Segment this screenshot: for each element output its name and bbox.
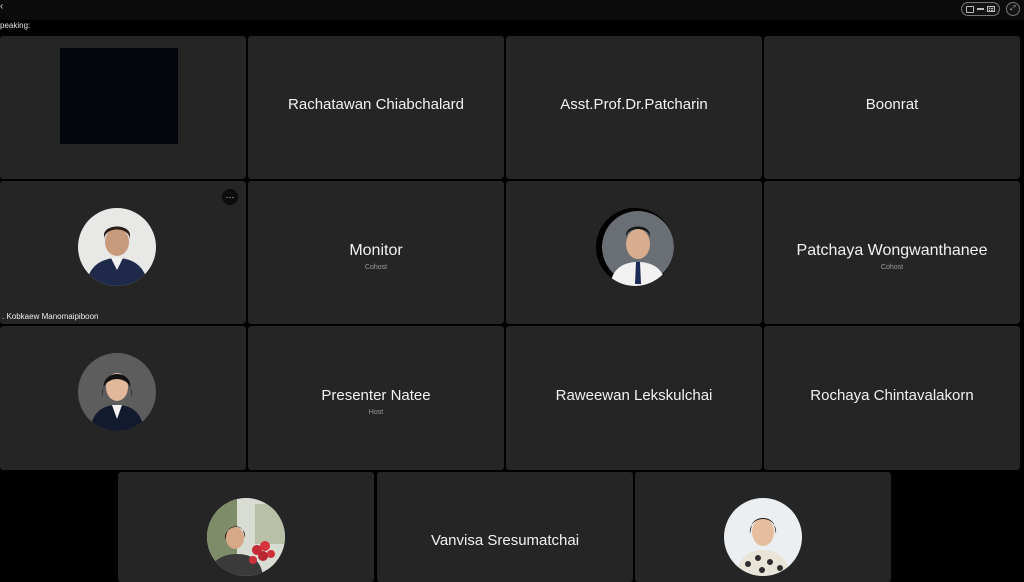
avatar: [78, 208, 156, 286]
view-controls: [961, 2, 1000, 16]
participant-tile-patcharin[interactable]: Asst.Prof.Dr.Patcharin: [506, 36, 762, 179]
participant-role: Cohost: [880, 264, 904, 271]
participant-name: Rachatawan Chiabchalard: [288, 96, 464, 113]
participant-tile-boonrat[interactable]: Boonrat: [764, 36, 1020, 179]
participant-tile-patchaya[interactable]: Patchaya Wongwanthanee Cohost: [764, 181, 1020, 324]
speaking-indicator: peaking:: [0, 21, 31, 30]
window-controls: ⤢: [961, 2, 1020, 16]
participant-name: Rochaya Chintavalakorn: [810, 387, 974, 404]
participant-tile-video[interactable]: [0, 36, 246, 179]
participant-tile-vanvisa[interactable]: Vanvisa Sresumatchai: [377, 472, 633, 582]
avatar-photo: [78, 208, 156, 286]
minimize-icon[interactable]: [977, 8, 984, 10]
participant-name: Monitor: [349, 242, 403, 259]
participant-role: Cohost: [364, 264, 388, 271]
participant-name: Raweewan Lekskulchai: [555, 387, 713, 404]
avatar-photo: [207, 498, 285, 576]
restore-window-icon[interactable]: [966, 5, 974, 13]
avatar: [207, 498, 285, 576]
participant-tile-avatar[interactable]: [0, 326, 246, 470]
video-feed: [60, 48, 178, 144]
avatar-photo: [596, 208, 674, 286]
participant-tile-video-avatar[interactable]: [506, 181, 762, 324]
title-bar: ‹ ⤢: [0, 0, 1024, 20]
back-icon[interactable]: ‹: [0, 1, 3, 12]
avatar: [596, 208, 674, 286]
participant-tile-rachatawan[interactable]: Rachatawan Chiabchalard: [248, 36, 504, 179]
participant-name: . Kobkaew Manomaipiboon: [2, 312, 99, 321]
avatar-photo: [724, 498, 802, 576]
avatar-photo: [78, 353, 156, 431]
grid-layout-icon[interactable]: [987, 6, 995, 12]
avatar: [78, 353, 156, 431]
participant-tile-natee[interactable]: Presenter Natee Host: [248, 326, 504, 470]
participant-name: Vanvisa Sresumatchai: [430, 532, 580, 549]
participant-role: Host: [368, 409, 384, 416]
participant-name: Asst.Prof.Dr.Patcharin: [560, 96, 708, 113]
participant-tile-monitor[interactable]: Monitor Cohost: [248, 181, 504, 324]
participant-name: Presenter Natee: [321, 387, 431, 404]
participant-name: Patchaya Wongwanthanee: [796, 242, 988, 259]
avatar: [724, 498, 802, 576]
participant-name: Boonrat: [865, 96, 919, 113]
participant-tile-kobkaew[interactable]: ··· . Kobkaew Manomaipiboon: [0, 181, 246, 324]
participant-tile-avatar-floral[interactable]: [635, 472, 891, 582]
participant-tile-avatar-flowers[interactable]: [118, 472, 374, 582]
fullscreen-icon[interactable]: ⤢: [1006, 2, 1020, 16]
participant-tile-rochaya[interactable]: Rochaya Chintavalakorn: [764, 326, 1020, 470]
more-options-button[interactable]: ···: [222, 189, 238, 205]
participant-tile-raweewan[interactable]: Raweewan Lekskulchai: [506, 326, 762, 470]
